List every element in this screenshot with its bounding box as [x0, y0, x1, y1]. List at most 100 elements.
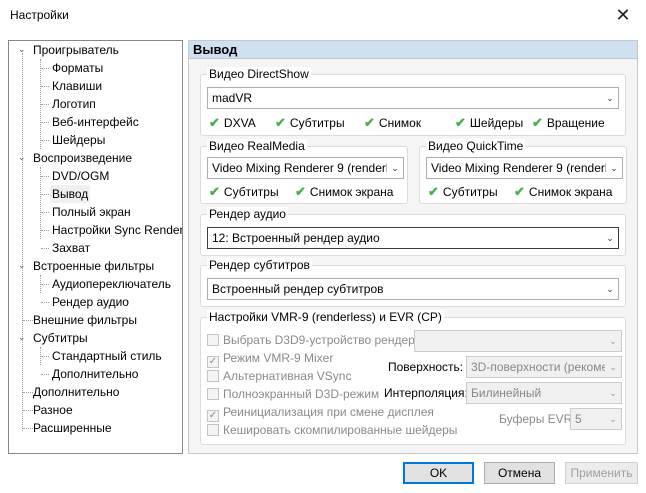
interpolation-label: Интерполяция: [384, 386, 468, 400]
realmedia-cap-snapshot: ✔ Снимок экрана [295, 184, 394, 199]
panel-header: Вывод [189, 41, 637, 59]
tree-item-player[interactable]: Проигрыватель [33, 41, 119, 59]
tree-item-misc[interactable]: Разное [33, 401, 73, 419]
surface-select[interactable]: 3D-поверхности (рекоменд ⌄ [466, 356, 622, 378]
evr-buffers-label: Буферы EVR: [499, 412, 576, 426]
subtitle-renderer-value: Встроенный рендер субтитров [212, 282, 384, 296]
tree-item-default-style[interactable]: Стандартный стиль [52, 347, 162, 365]
checkmark-icon: ✔ [532, 115, 543, 130]
cap-shaders: ✔ Шейдеры [455, 115, 524, 130]
collapse-icon[interactable]: ⌄ [18, 333, 27, 342]
interpolation-value: Билинейный [471, 386, 542, 400]
tree-item-logo[interactable]: Логотип [52, 95, 96, 113]
quicktime-label: Видео QuickTime [426, 139, 526, 153]
directshow-group: Видео DirectShow madVR ⌄ ✔ DXVA ✔ Субтитры… [200, 67, 626, 136]
checkmark-icon: ✔ [364, 115, 375, 130]
subtitle-renderer-select[interactable]: Встроенный рендер субтитров ⌄ [207, 278, 619, 300]
reinit-checkbox[interactable]: ✓ Реинициализация при смене дисплея [207, 404, 434, 422]
page-title: Вывод [193, 42, 238, 57]
audio-renderer-group: Рендер аудио 12: Встроенный рендер аудио… [200, 207, 626, 256]
evr-buffers-select[interactable]: 5 ⌄ [570, 408, 622, 430]
checkmark-icon: ✔ [428, 184, 439, 199]
tree-item-shaders[interactable]: Шейдеры [52, 131, 105, 149]
collapse-icon[interactable]: ⌄ [18, 261, 27, 270]
checkmark-icon: ✔ [514, 184, 525, 199]
settings-tree[interactable]: ⌄ Проигрыватель Форматы Клавиши Логотип … [8, 40, 183, 454]
quicktime-select[interactable]: Video Mixing Renderer 9 (renderless ⌄ [426, 157, 623, 179]
surface-value: 3D-поверхности (рекоменд [471, 360, 622, 374]
realmedia-select[interactable]: Video Mixing Renderer 9 (renderless ⌄ [207, 157, 404, 179]
vmr-settings-group: Настройки VMR-9 (renderless) и EVR (CP) … [200, 310, 626, 445]
directshow-value: madVR [212, 91, 253, 105]
tree-item-sync-render[interactable]: Настройки Sync Render [52, 221, 182, 239]
close-icon[interactable]: ✕ [600, 0, 646, 32]
quicktime-group: Видео QuickTime Video Mixing Renderer 9 … [419, 139, 627, 204]
chevron-down-icon: ⌄ [602, 228, 618, 248]
chevron-down-icon: ⌄ [605, 357, 621, 377]
interpolation-select[interactable]: Билинейный ⌄ [466, 382, 622, 404]
audio-renderer-label: Рендер аудио [207, 207, 288, 221]
tree-item-keys[interactable]: Клавиши [52, 77, 102, 95]
vmr9-mixer-checkbox[interactable]: ✓ Режим VMR-9 Mixer [207, 350, 333, 368]
tree-item-internal-filters[interactable]: Встроенные фильтры [33, 257, 154, 275]
chevron-down-icon: ⌄ [387, 158, 403, 178]
directshow-label: Видео DirectShow [207, 67, 311, 81]
tree-item-advanced[interactable]: Расширенные [33, 419, 112, 437]
collapse-icon[interactable]: ⌄ [18, 153, 27, 162]
alt-vsync-checkbox[interactable]: Альтернативная VSync [207, 368, 351, 384]
title-bar: Настройки ✕ [0, 0, 646, 32]
realmedia-value: Video Mixing Renderer 9 (renderless [212, 161, 404, 175]
directshow-select[interactable]: madVR ⌄ [207, 87, 619, 109]
realmedia-cap-subtitles: ✔ Субтитры [209, 184, 279, 199]
output-panel: Вывод Видео DirectShow madVR ⌄ ✔ DXVA ✔ Су… [188, 40, 638, 454]
subtitle-renderer-group: Рендер субтитров Встроенный рендер субти… [200, 258, 626, 307]
chevron-down-icon: ⌄ [602, 88, 618, 108]
audio-renderer-value: 12: Встроенный рендер аудио [212, 231, 380, 245]
tree-item-dvd[interactable]: DVD/OGM [52, 167, 109, 185]
tree-item-subtitles[interactable]: Субтитры [33, 329, 88, 347]
collapse-icon[interactable]: ⌄ [18, 45, 27, 54]
tree-item-playback[interactable]: Воспроизведение [33, 149, 132, 167]
chevron-down-icon: ⌄ [605, 383, 621, 403]
subtitle-renderer-label: Рендер субтитров [207, 258, 312, 272]
checkmark-icon: ✔ [275, 115, 286, 130]
cache-shaders-checkbox[interactable]: Кешировать скомпилированные шейдеры [207, 422, 457, 438]
vmr-settings-label: Настройки VMR-9 (renderless) и EVR (CP) [207, 310, 444, 324]
fullscreen-d3d-checkbox[interactable]: Полноэкранный D3D-режим [207, 386, 379, 402]
chevron-down-icon: ⌄ [606, 158, 622, 178]
checkmark-icon: ✔ [455, 115, 466, 130]
tree-item-external-filters[interactable]: Внешние фильтры [33, 311, 137, 329]
d3d9-device-select[interactable]: ⌄ [414, 330, 622, 352]
tree-item-fullscreen[interactable]: Полный экран [52, 203, 131, 221]
apply-button[interactable]: Применить [565, 462, 638, 484]
tree-item-audio-renderer[interactable]: Рендер аудио [52, 293, 129, 311]
tree-item-audio-switcher[interactable]: Аудиопереключатель [52, 275, 171, 293]
chevron-down-icon: ⌄ [605, 331, 621, 351]
checkmark-icon: ✔ [295, 184, 306, 199]
chevron-down-icon: ⌄ [605, 409, 621, 429]
cap-dxva: ✔ DXVA [209, 115, 256, 130]
tree-item-web[interactable]: Веб-интерфейс [52, 113, 139, 131]
ok-button[interactable]: OK [403, 462, 474, 484]
tree-item-capture[interactable]: Захват [52, 239, 90, 257]
quicktime-cap-snapshot: ✔ Снимок экрана [514, 184, 613, 199]
select-d3d9-checkbox[interactable]: Выбрать D3D9-устройство рендеринга [207, 332, 439, 348]
audio-renderer-select[interactable]: 12: Встроенный рендер аудио ⌄ [207, 227, 619, 249]
tree-item-subtitles-extra[interactable]: Дополнительно [52, 365, 138, 383]
tree-item-formats[interactable]: Форматы [52, 59, 103, 77]
tree-item-extra[interactable]: Дополнительно [33, 383, 119, 401]
surface-label: Поверхность: [388, 360, 464, 374]
cap-snapshot: ✔ Снимок [364, 115, 422, 130]
cancel-button[interactable]: Отмена [484, 462, 555, 484]
tree-item-output[interactable]: Вывод [50, 185, 91, 203]
checkmark-icon: ✔ [209, 184, 220, 199]
quicktime-value: Video Mixing Renderer 9 (renderless [431, 161, 623, 175]
realmedia-group: Видео RealMedia Video Mixing Renderer 9 … [200, 139, 408, 204]
quicktime-cap-subtitles: ✔ Субтитры [428, 184, 498, 199]
window-title: Настройки [10, 8, 69, 22]
evr-buffers-value: 5 [575, 412, 582, 426]
realmedia-label: Видео RealMedia [207, 139, 307, 153]
cap-subtitles: ✔ Субтитры [275, 115, 345, 130]
cap-rotation: ✔ Вращение [532, 115, 605, 130]
chevron-down-icon: ⌄ [602, 279, 618, 299]
